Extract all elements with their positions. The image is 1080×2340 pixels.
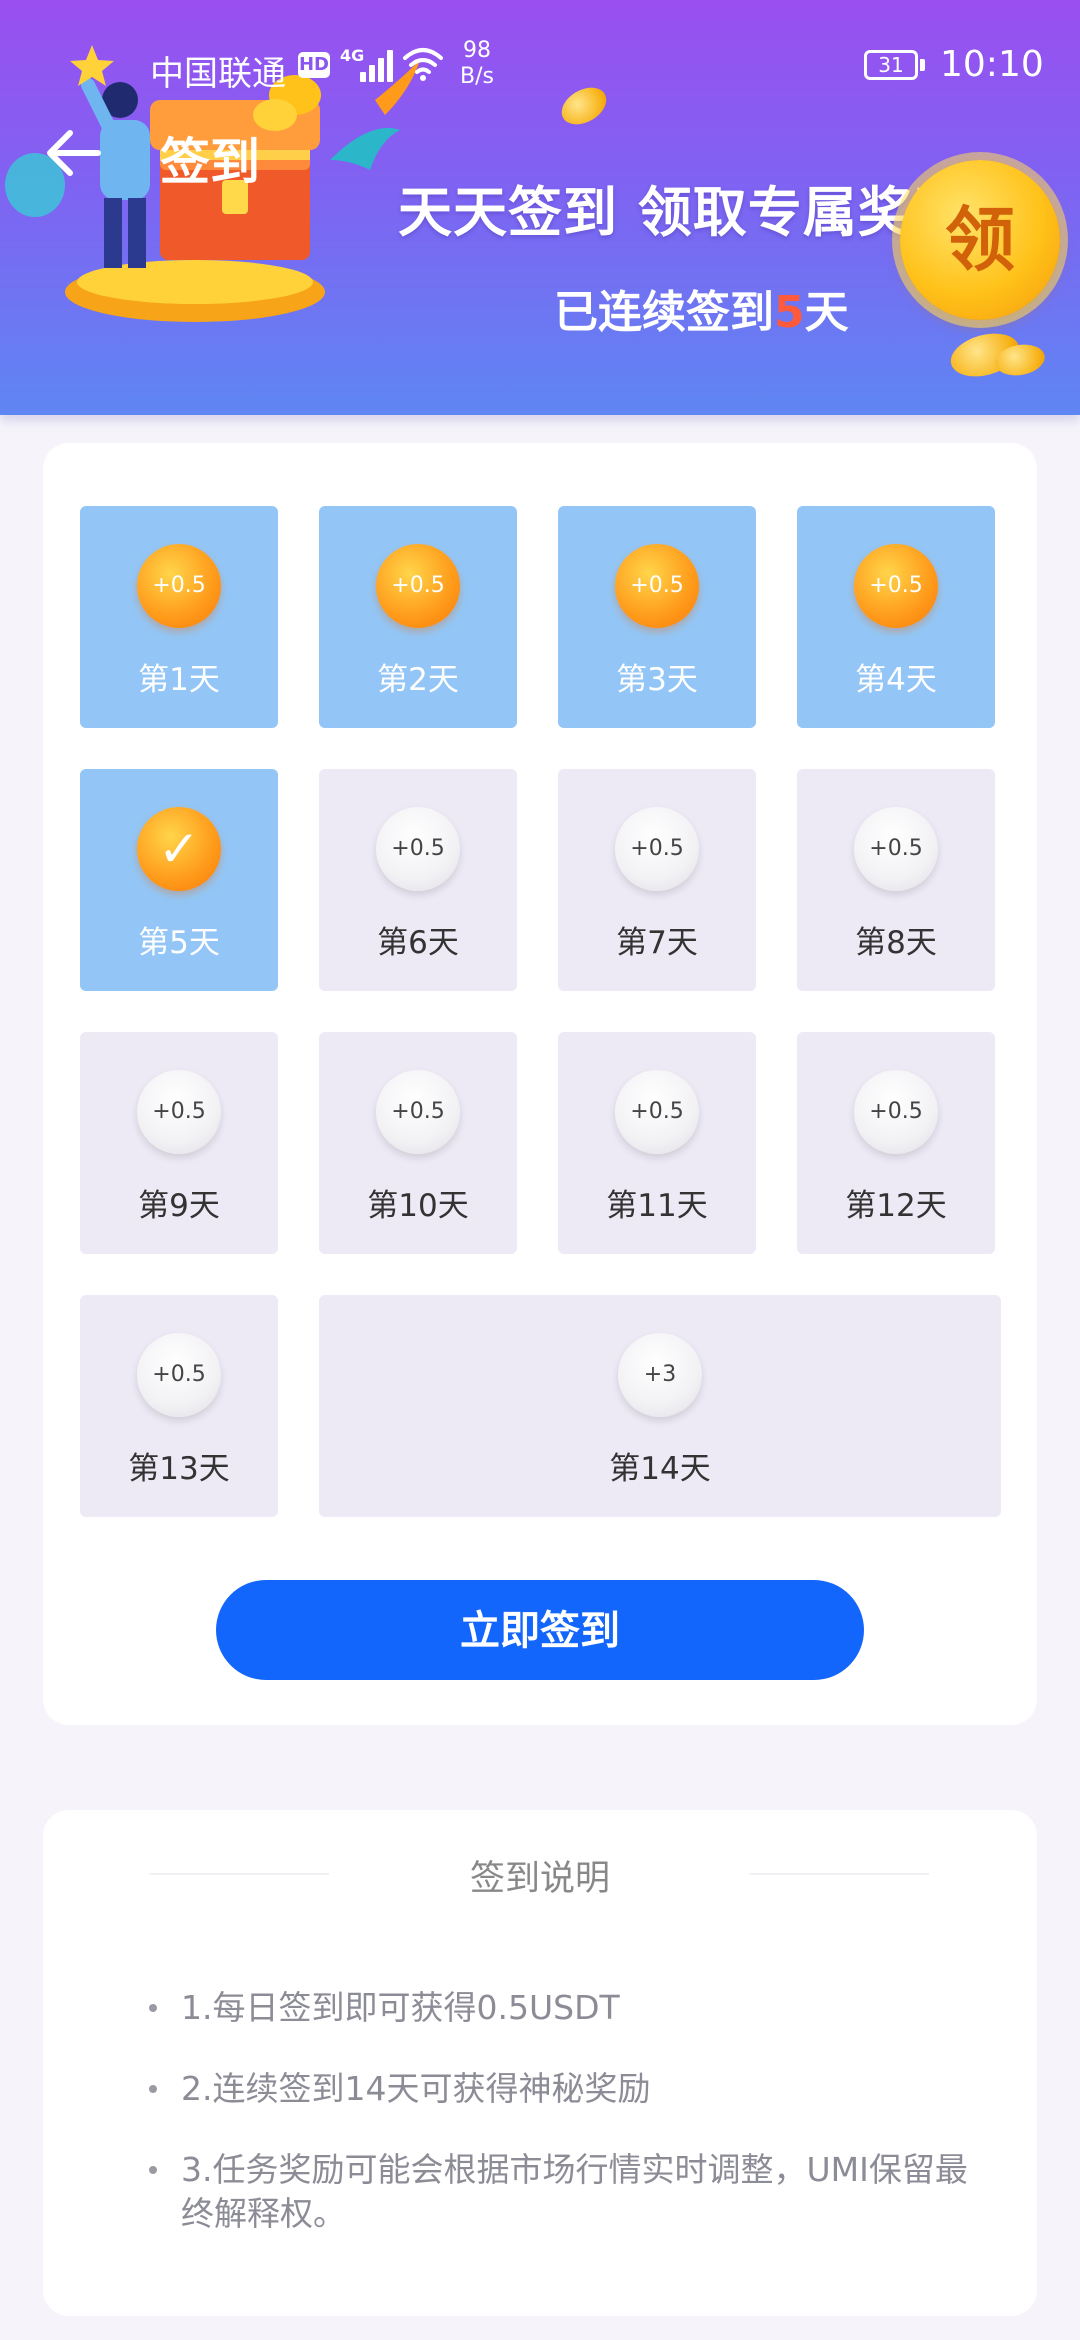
day-label: 第7天 (616, 925, 698, 961)
claim-coin-icon: 领 (900, 160, 1060, 320)
reward-coin: +0.5 (376, 807, 460, 891)
checkmark-icon: ✓ (137, 807, 221, 891)
header-banner: 中国联通 HD 4G 98 B/s 31 10:10 签到 天天签到 领取专属奖… (0, 0, 1080, 415)
battery-tip (920, 59, 925, 71)
divider (749, 1873, 929, 1875)
day-label: 第13天 (128, 1451, 230, 1487)
reward-coin: +3 (618, 1333, 702, 1417)
reward-coin: +0.5 (854, 544, 938, 628)
network-speed-unit: B/s (460, 64, 494, 89)
day-label: 第8天 (855, 925, 937, 961)
day-label: 第4天 (855, 662, 937, 698)
day-tile: ✓ 第5天 (80, 769, 278, 991)
day-label: 第5天 (138, 925, 220, 961)
rules-card: 签到说明 1.每日签到即可获得0.5USDT 2.连续签到14天可获得神秘奖励 … (43, 1810, 1037, 2316)
rule-item: 3.任务奖励可能会根据市场行情实时调整，UMI保留最终解释权。 (181, 2150, 968, 2233)
bullet-icon (149, 2166, 157, 2174)
day-label: 第9天 (138, 1188, 220, 1224)
hd-badge: HD (298, 52, 330, 78)
reward-coin: +0.5 (137, 544, 221, 628)
signin-card: +0.5 第1天 +0.5 第2天 +0.5 第3天 +0.5 第4天 ✓ 第5天 +0.5 第6天 +… (43, 443, 1037, 1725)
streak-days: 5 (774, 287, 805, 338)
day-tile: +0.5 第13天 (80, 1295, 278, 1517)
day-label: 第3天 (616, 662, 698, 698)
reward-coin: +0.5 (376, 544, 460, 628)
status-time: 10:10 (940, 44, 1044, 85)
network-speed-value: 98 (462, 38, 491, 63)
day-tile: +3 第14天 (319, 1295, 1001, 1517)
streak-prefix: 已连续签到 (554, 287, 774, 338)
day-tile: +0.5 第12天 (797, 1032, 995, 1254)
day-label: 第10天 (367, 1188, 469, 1224)
banner-headline: 天天签到 领取专属奖励 (398, 181, 968, 244)
bullet-icon (149, 2085, 157, 2093)
day-tile: +0.5 第10天 (319, 1032, 517, 1254)
bullet-icon (149, 2004, 157, 2012)
streak-suffix: 天 (804, 287, 849, 338)
signal-icon (356, 48, 396, 82)
signin-button[interactable]: 立即签到 (216, 1580, 864, 1680)
day-label: 第6天 (377, 925, 459, 961)
day-tile: +0.5 第11天 (558, 1032, 756, 1254)
network-speed: 98 B/s (460, 38, 494, 90)
reward-coin: +0.5 (854, 1070, 938, 1154)
reward-coin: +0.5 (854, 807, 938, 891)
day-tile: +0.5 第8天 (797, 769, 995, 991)
reward-coin: +0.5 (376, 1070, 460, 1154)
day-label: 第14天 (609, 1451, 711, 1487)
reward-coin: +0.5 (615, 1070, 699, 1154)
day-tile: +0.5 第2天 (319, 506, 517, 728)
day-tile: +0.5 第7天 (558, 769, 756, 991)
day-label: 第11天 (606, 1188, 708, 1224)
day-tile: +0.5 第9天 (80, 1032, 278, 1254)
streak-text: 已连续签到5天 (554, 276, 849, 340)
status-bar: 中国联通 HD 4G 98 B/s 31 10:10 (0, 0, 1080, 130)
reward-coin: +0.5 (615, 807, 699, 891)
reward-coin: +0.5 (137, 1070, 221, 1154)
day-label: 第2天 (377, 662, 459, 698)
day-tile: +0.5 第6天 (319, 769, 517, 991)
carrier-name: 中国联通 (150, 54, 286, 94)
day-tile: +0.5 第1天 (80, 506, 278, 728)
battery-icon: 31 (864, 50, 918, 80)
reward-coin: +0.5 (615, 544, 699, 628)
day-tile: +0.5 第3天 (558, 506, 756, 728)
rule-item: 1.每日签到即可获得0.5USDT (181, 1988, 620, 2027)
day-label: 第12天 (845, 1188, 947, 1224)
rule-item: 2.连续签到14天可获得神秘奖励 (181, 2069, 651, 2108)
back-arrow-icon[interactable] (40, 118, 110, 188)
day-label: 第1天 (138, 662, 220, 698)
rules-title: 签到说明 (469, 1859, 610, 1899)
day-tile: +0.5 第4天 (797, 506, 995, 728)
wifi-icon (403, 48, 443, 81)
page-title: 签到 (160, 133, 260, 191)
reward-coin: +0.5 (137, 1333, 221, 1417)
